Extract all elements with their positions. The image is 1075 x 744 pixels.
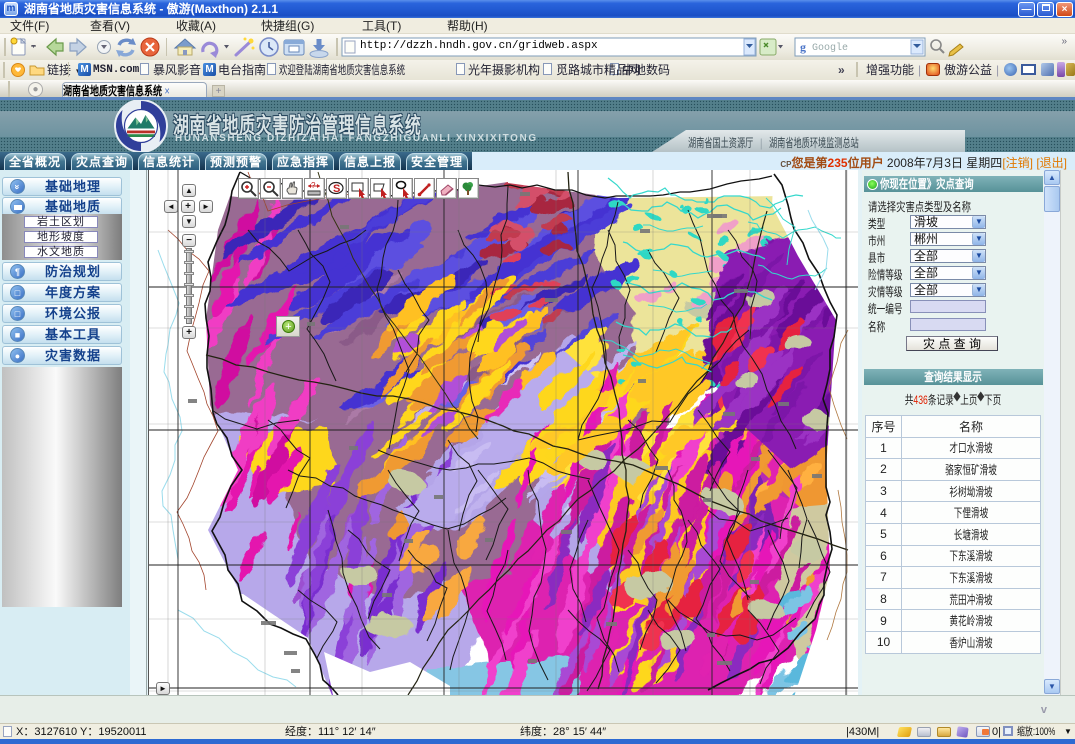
- svg-text:S: S: [333, 183, 340, 195]
- svg-text:Google: Google: [812, 42, 848, 54]
- svg-text:?: ?: [311, 181, 316, 190]
- svg-text:g: g: [800, 40, 806, 54]
